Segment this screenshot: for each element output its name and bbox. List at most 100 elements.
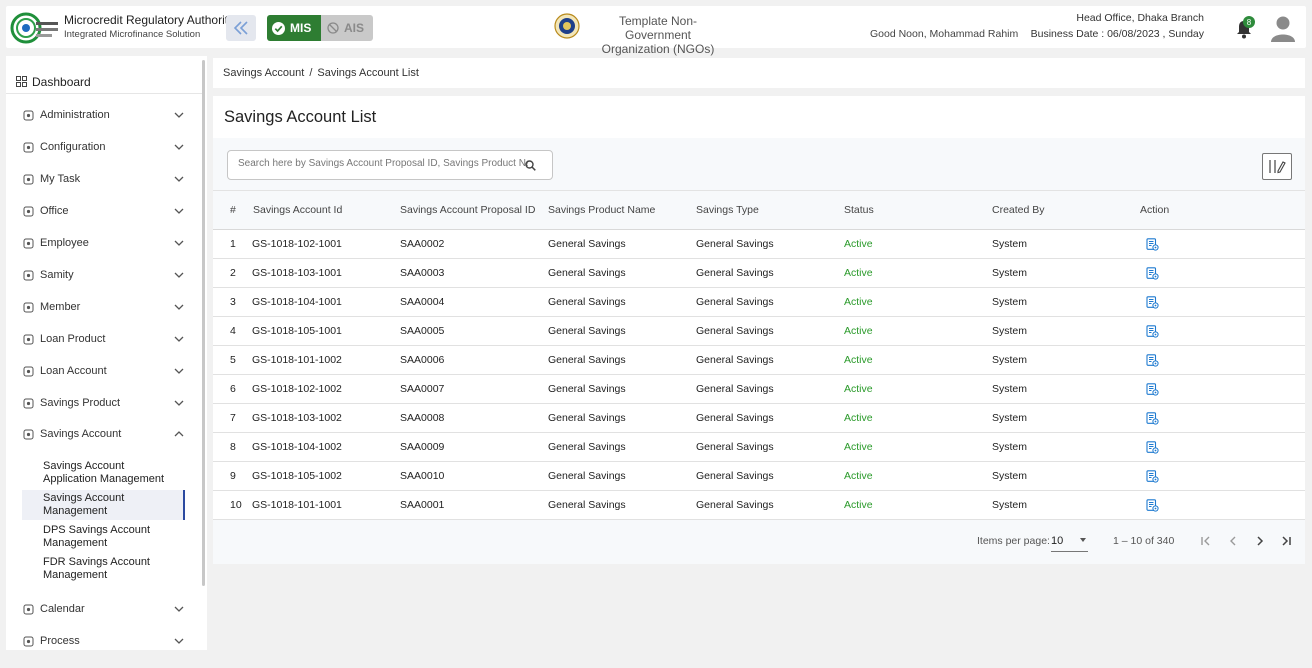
previous-page-button[interactable] [1224,532,1242,550]
sidebar-subitem-active[interactable]: Savings Account Management [22,490,185,520]
sidebar-item-administration[interactable]: Administration [6,104,198,126]
column-settings-button[interactable] [1262,153,1292,180]
sidebar-item-process[interactable]: Process [6,630,198,650]
chevron-down-icon [174,208,184,214]
column-header-product-name[interactable]: Savings Product Name [548,191,655,229]
status-label: Active [844,238,873,250]
view-details-icon[interactable] [1146,237,1159,251]
search-field[interactable] [227,150,553,180]
view-details-icon[interactable] [1146,295,1159,309]
sidebar-item-loan-account[interactable]: Loan Account [6,360,198,382]
sidebar-item-dashboard[interactable]: Dashboard [6,70,202,94]
column-header-proposal-id[interactable]: Savings Account Proposal ID [400,191,535,229]
column-header-action: Action [1140,204,1170,216]
chevron-up-icon [174,431,184,437]
savings-account-table: # Savings Account Id Savings Account Pro… [213,190,1305,520]
view-details-icon[interactable] [1146,353,1159,367]
chevron-down-icon [174,606,184,612]
brand-subtitle: Integrated Microfinance Solution [64,29,201,40]
config-icon [22,141,34,153]
sidebar-item-savings-account[interactable]: Savings Account [6,423,198,445]
sidebar-item-samity[interactable]: Samity [6,264,198,286]
status-label: Active [844,412,873,424]
column-header-created-by[interactable]: Created By [992,191,1045,229]
sidebar-item-label: Calendar [40,603,85,615]
table-row[interactable]: 3 GS-1018-104-1001 SAA0004 General Savings G… [213,288,1305,317]
row-index: 8 [230,441,236,453]
savings-account-id: GS-1018-102-1002 [252,383,342,395]
subitem-label-line2: Management [43,569,108,581]
view-details-icon[interactable] [1146,469,1159,483]
action-cell [1140,462,1159,490]
search-icon[interactable] [525,160,536,171]
sidebar-item-office[interactable]: Office [6,200,198,222]
view-details-icon[interactable] [1146,411,1159,425]
action-cell [1140,288,1159,316]
status-label: Active [844,383,873,395]
sidebar-scrollbar[interactable] [202,60,205,586]
sidebar-item-calendar[interactable]: Calendar [6,598,198,620]
sidebar-item-label: Loan Account [40,365,107,377]
first-page-icon [1201,536,1210,546]
subitem-label-line1: Savings Account [43,492,125,504]
view-details-icon[interactable] [1146,382,1159,396]
table-row[interactable]: 6 GS-1018-102-1002 SAA0007 General Savings G… [213,375,1305,404]
content-panel: # Savings Account Id Savings Account Pro… [213,138,1305,564]
savings-account-id: GS-1018-103-1002 [252,412,342,424]
product-name: General Savings [548,412,626,424]
sidebar-item-my-task[interactable]: My Task [6,168,198,190]
table-row[interactable]: 10 GS-1018-101-1001 SAA0001 General Savings… [213,491,1305,520]
view-details-icon[interactable] [1146,324,1159,338]
sidebar-item-loan-product[interactable]: Loan Product [6,328,198,350]
sidebar-item-label: Administration [40,109,110,121]
table-row[interactable]: 4 GS-1018-105-1001 SAA0005 General Savings G… [213,317,1305,346]
mis-toggle-button[interactable]: MIS [267,15,321,41]
sidebar-subitem[interactable]: Savings Account Application Management [22,458,185,488]
savings-type: General Savings [696,267,774,279]
sidebar-item-savings-product[interactable]: Savings Product [6,392,198,414]
breadcrumb-parent-link[interactable]: Savings Account [223,67,304,79]
column-header-savings-type[interactable]: Savings Type [696,191,759,229]
table-row[interactable]: 7 GS-1018-103-1002 SAA0008 General Savings G… [213,404,1305,433]
column-header-status[interactable]: Status [844,191,874,229]
sidebar-subitem[interactable]: FDR Savings Account Management [22,554,185,584]
table-row[interactable]: 8 GS-1018-104-1002 SAA0009 General Savings G… [213,433,1305,462]
last-page-button[interactable] [1277,532,1295,550]
table-row[interactable]: 9 GS-1018-105-1002 SAA0010 General Savings G… [213,462,1305,491]
sidebar-item-member[interactable]: Member [6,296,198,318]
table-row[interactable]: 5 GS-1018-101-1002 SAA0006 General Savings G… [213,346,1305,375]
first-page-button[interactable] [1197,532,1215,550]
sidebar-item-employee[interactable]: Employee [6,232,198,254]
user-avatar-icon[interactable] [1270,14,1296,42]
product-name: General Savings [548,499,626,511]
status-label: Active [844,267,873,279]
action-cell [1140,491,1159,519]
column-header-index[interactable]: # [230,191,236,229]
sidebar-item-configuration[interactable]: Configuration [6,136,198,158]
organization-name: Template Non-Government Organization (NG… [588,14,728,56]
row-index: 1 [230,238,236,250]
calendar-icon [22,603,34,615]
product-name: General Savings [548,238,626,250]
created-by: System [992,325,1028,337]
items-per-page-select[interactable]: 10 [1051,530,1088,552]
view-details-icon[interactable] [1146,440,1159,454]
sidebar-subitem[interactable]: DPS Savings Account Management [22,522,185,552]
table-row[interactable]: 2 GS-1018-103-1001 SAA0003 General Savings G… [213,259,1305,288]
savings-account-id: GS-1018-102-1001 [252,238,342,250]
collapse-sidebar-button[interactable] [226,15,256,41]
column-header-account-id[interactable]: Savings Account Id [253,191,342,229]
search-input[interactable] [238,158,528,169]
mis-label: MIS [290,21,312,35]
savings-type: General Savings [696,325,774,337]
organization-name-line1: Template Non-Government [618,14,698,42]
subitem-label-line1: FDR Savings Account [43,556,150,568]
next-page-button[interactable] [1251,532,1269,550]
ais-toggle-button[interactable]: AIS [321,15,373,41]
table-row[interactable]: 1 GS-1018-102-1001 SAA0002 General Savings G… [213,230,1305,259]
status-label: Active [844,499,873,511]
view-details-icon[interactable] [1146,266,1159,280]
last-page-icon [1282,536,1291,546]
view-details-icon[interactable] [1146,498,1159,512]
mra-logo [10,12,58,44]
